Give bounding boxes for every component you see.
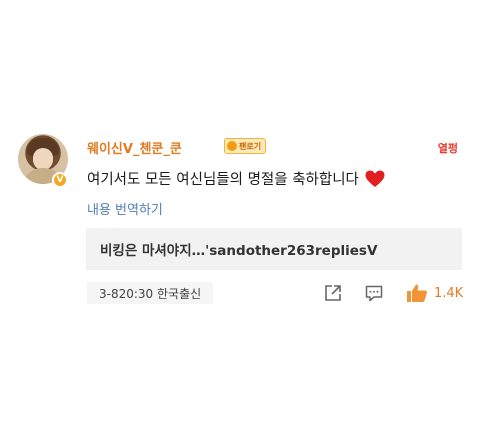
share-button[interactable] xyxy=(323,283,343,303)
medal-icon xyxy=(227,141,237,151)
comment-body: 여기서도 모든 여신님들의 명절을 축하합니다 xyxy=(87,168,385,189)
like-button[interactable]: 1.4K xyxy=(406,283,463,303)
comment-card: V 웨이신V_첸쿤_쿤 팬로기 열펑 여기서도 모든 여신님들의 명절을 축하합… xyxy=(0,0,480,436)
username-link[interactable]: 웨이신V_첸쿤_쿤 xyxy=(87,138,182,157)
timestamp-location: 3-820:30 한국출신 xyxy=(87,282,214,304)
translate-link[interactable]: 내용 번역하기 xyxy=(87,199,163,218)
rank-tag: 열펑 xyxy=(437,142,458,155)
share-icon xyxy=(325,285,341,301)
reply-preview-text: 비킹은 마셔야지…'sandother263repliesV xyxy=(100,243,378,259)
medal-label: 팬로기 xyxy=(239,141,262,151)
meta-text: 3-820:30 한국출신 xyxy=(99,286,202,301)
reply-button[interactable] xyxy=(364,283,384,303)
fan-medal-badge[interactable]: 팬로기 xyxy=(224,138,267,154)
reply-icon xyxy=(365,285,383,302)
comment-footer: 3-820:30 한국출신 1.4K xyxy=(87,282,467,304)
verified-v-icon: V xyxy=(52,172,68,188)
comment-text: 여기서도 모든 여신님들의 명절을 축하합니다 xyxy=(87,172,359,188)
heart-emoji-icon xyxy=(365,170,385,188)
reply-preview[interactable]: 비킹은 마셔야지…'sandother263repliesV xyxy=(86,228,462,270)
like-count: 1.4K xyxy=(434,285,464,301)
like-icon xyxy=(407,284,427,302)
